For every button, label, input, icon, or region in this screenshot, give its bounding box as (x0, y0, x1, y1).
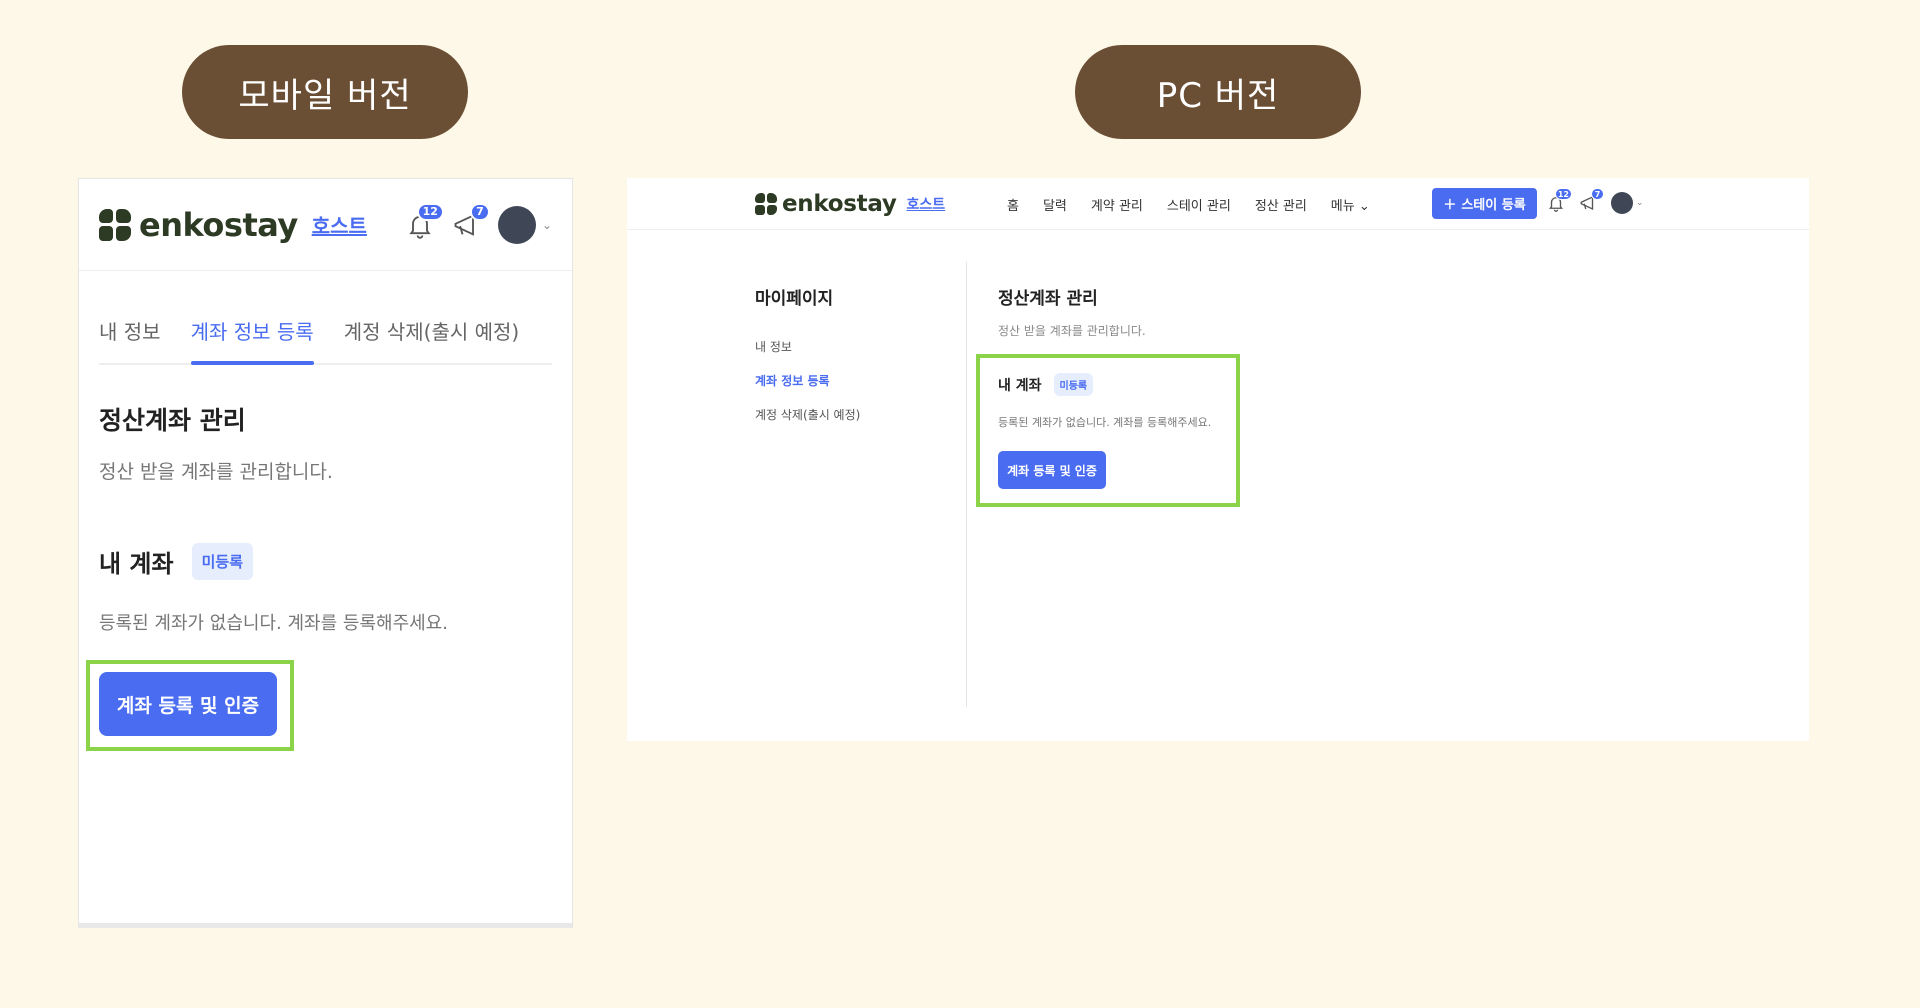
register-account-button[interactable]: 계좌 등록 및 인증 (99, 672, 277, 736)
notification-bell-button[interactable]: 12 (1547, 188, 1572, 212)
account-section-title: 내 계좌 (99, 550, 174, 578)
avatar (497, 205, 536, 244)
logo-mark-icon (99, 208, 131, 241)
page-title: 정산계좌 관리 (998, 289, 1098, 309)
brand-name[interactable]: enkostay (139, 206, 298, 244)
sidebar-item-my-info[interactable]: 내 정보 (755, 338, 860, 355)
page-description: 정산 받을 계좌를 관리합니다. (998, 324, 1146, 338)
nav-home[interactable]: 홈 (1007, 195, 1019, 214)
sidebar-item-delete-account[interactable]: 계정 삭제(출시 예정) (755, 406, 860, 423)
page-title: 정산계좌 관리 (99, 406, 246, 435)
add-stay-label: 스테이 등록 (1461, 198, 1526, 213)
sidebar-title: 마이페이지 (755, 289, 834, 309)
pc-screen: enkostay 호스트 홈 달력 계약 관리 스테이 관리 정산 관리 메뉴 … (627, 178, 1809, 741)
mobile-header: enkostay 호스트 12 7 ⌄ (79, 179, 572, 271)
sidebar: 내 정보 계좌 정보 등록 계정 삭제(출시 예정) (755, 338, 860, 440)
profile-menu[interactable]: ⌄ (497, 205, 552, 244)
nav-menu-label: 메뉴 (1330, 199, 1355, 214)
host-link[interactable]: 호스트 (907, 194, 946, 214)
mobile-tabs: 내 정보 계좌 정보 등록 계정 삭제(출시 예정) (99, 271, 552, 365)
add-stay-button[interactable]: ＋ 스테이 등록 (1432, 188, 1537, 219)
status-badge: 미등록 (191, 543, 254, 580)
tab-delete-account[interactable]: 계정 삭제(출시 예정) (344, 316, 520, 363)
message-count-badge: 7 (469, 202, 490, 221)
page-description: 정산 받을 계좌를 관리합니다. (99, 461, 333, 483)
tab-my-info[interactable]: 내 정보 (99, 316, 161, 363)
pc-nav: 홈 달력 계약 관리 스테이 관리 정산 관리 메뉴 ⌄ (1007, 195, 1370, 214)
bell-count-badge: 12 (1554, 188, 1572, 200)
chevron-down-icon: ⌄ (541, 217, 552, 232)
pc-version-label: PC 버전 (1075, 45, 1361, 139)
nav-calendar[interactable]: 달력 (1043, 195, 1067, 214)
nav-menu[interactable]: 메뉴 ⌄ (1331, 195, 1370, 214)
logo-mark-icon (755, 193, 777, 215)
nav-stays[interactable]: 스테이 관리 (1167, 195, 1231, 214)
account-section-title: 내 계좌 (998, 377, 1042, 394)
tab-account-info[interactable]: 계좌 정보 등록 (190, 316, 314, 365)
status-badge: 미등록 (1053, 373, 1094, 396)
mobile-version-label: 모바일 버전 (182, 45, 468, 139)
register-account-button[interactable]: 계좌 등록 및 인증 (998, 451, 1106, 489)
empty-account-message: 등록된 계좌가 없습니다. 계좌를 등록해주세요. (998, 416, 1212, 429)
message-button[interactable]: 7 (1579, 188, 1604, 212)
chevron-down-icon: ⌄ (1358, 199, 1370, 214)
message-count-badge: 7 (1591, 188, 1604, 200)
nav-contracts[interactable]: 계약 관리 (1091, 195, 1143, 214)
plus-icon: ＋ (1443, 198, 1457, 213)
mobile-screen: enkostay 호스트 12 7 ⌄ 내 정보 계좌 정보 등록 계정 삭제(… (78, 178, 573, 928)
sidebar-item-account-info[interactable]: 계좌 정보 등록 (755, 372, 860, 389)
brand-name[interactable]: enkostay (782, 191, 897, 217)
avatar (1611, 192, 1633, 214)
nav-settlement[interactable]: 정산 관리 (1255, 195, 1307, 214)
notification-bell-button[interactable]: 12 (406, 202, 444, 239)
chevron-down-icon: ⌄ (1636, 198, 1644, 208)
message-button[interactable]: 7 (452, 202, 490, 239)
empty-account-message: 등록된 계좌가 없습니다. 계좌를 등록해주세요. (99, 613, 448, 634)
sidebar-divider (966, 262, 967, 707)
pc-header: enkostay 호스트 홈 달력 계약 관리 스테이 관리 정산 관리 메뉴 … (627, 178, 1809, 230)
bell-count-badge: 12 (416, 202, 444, 221)
host-link[interactable]: 호스트 (312, 210, 367, 239)
profile-menu[interactable]: ⌄ (1611, 192, 1644, 214)
